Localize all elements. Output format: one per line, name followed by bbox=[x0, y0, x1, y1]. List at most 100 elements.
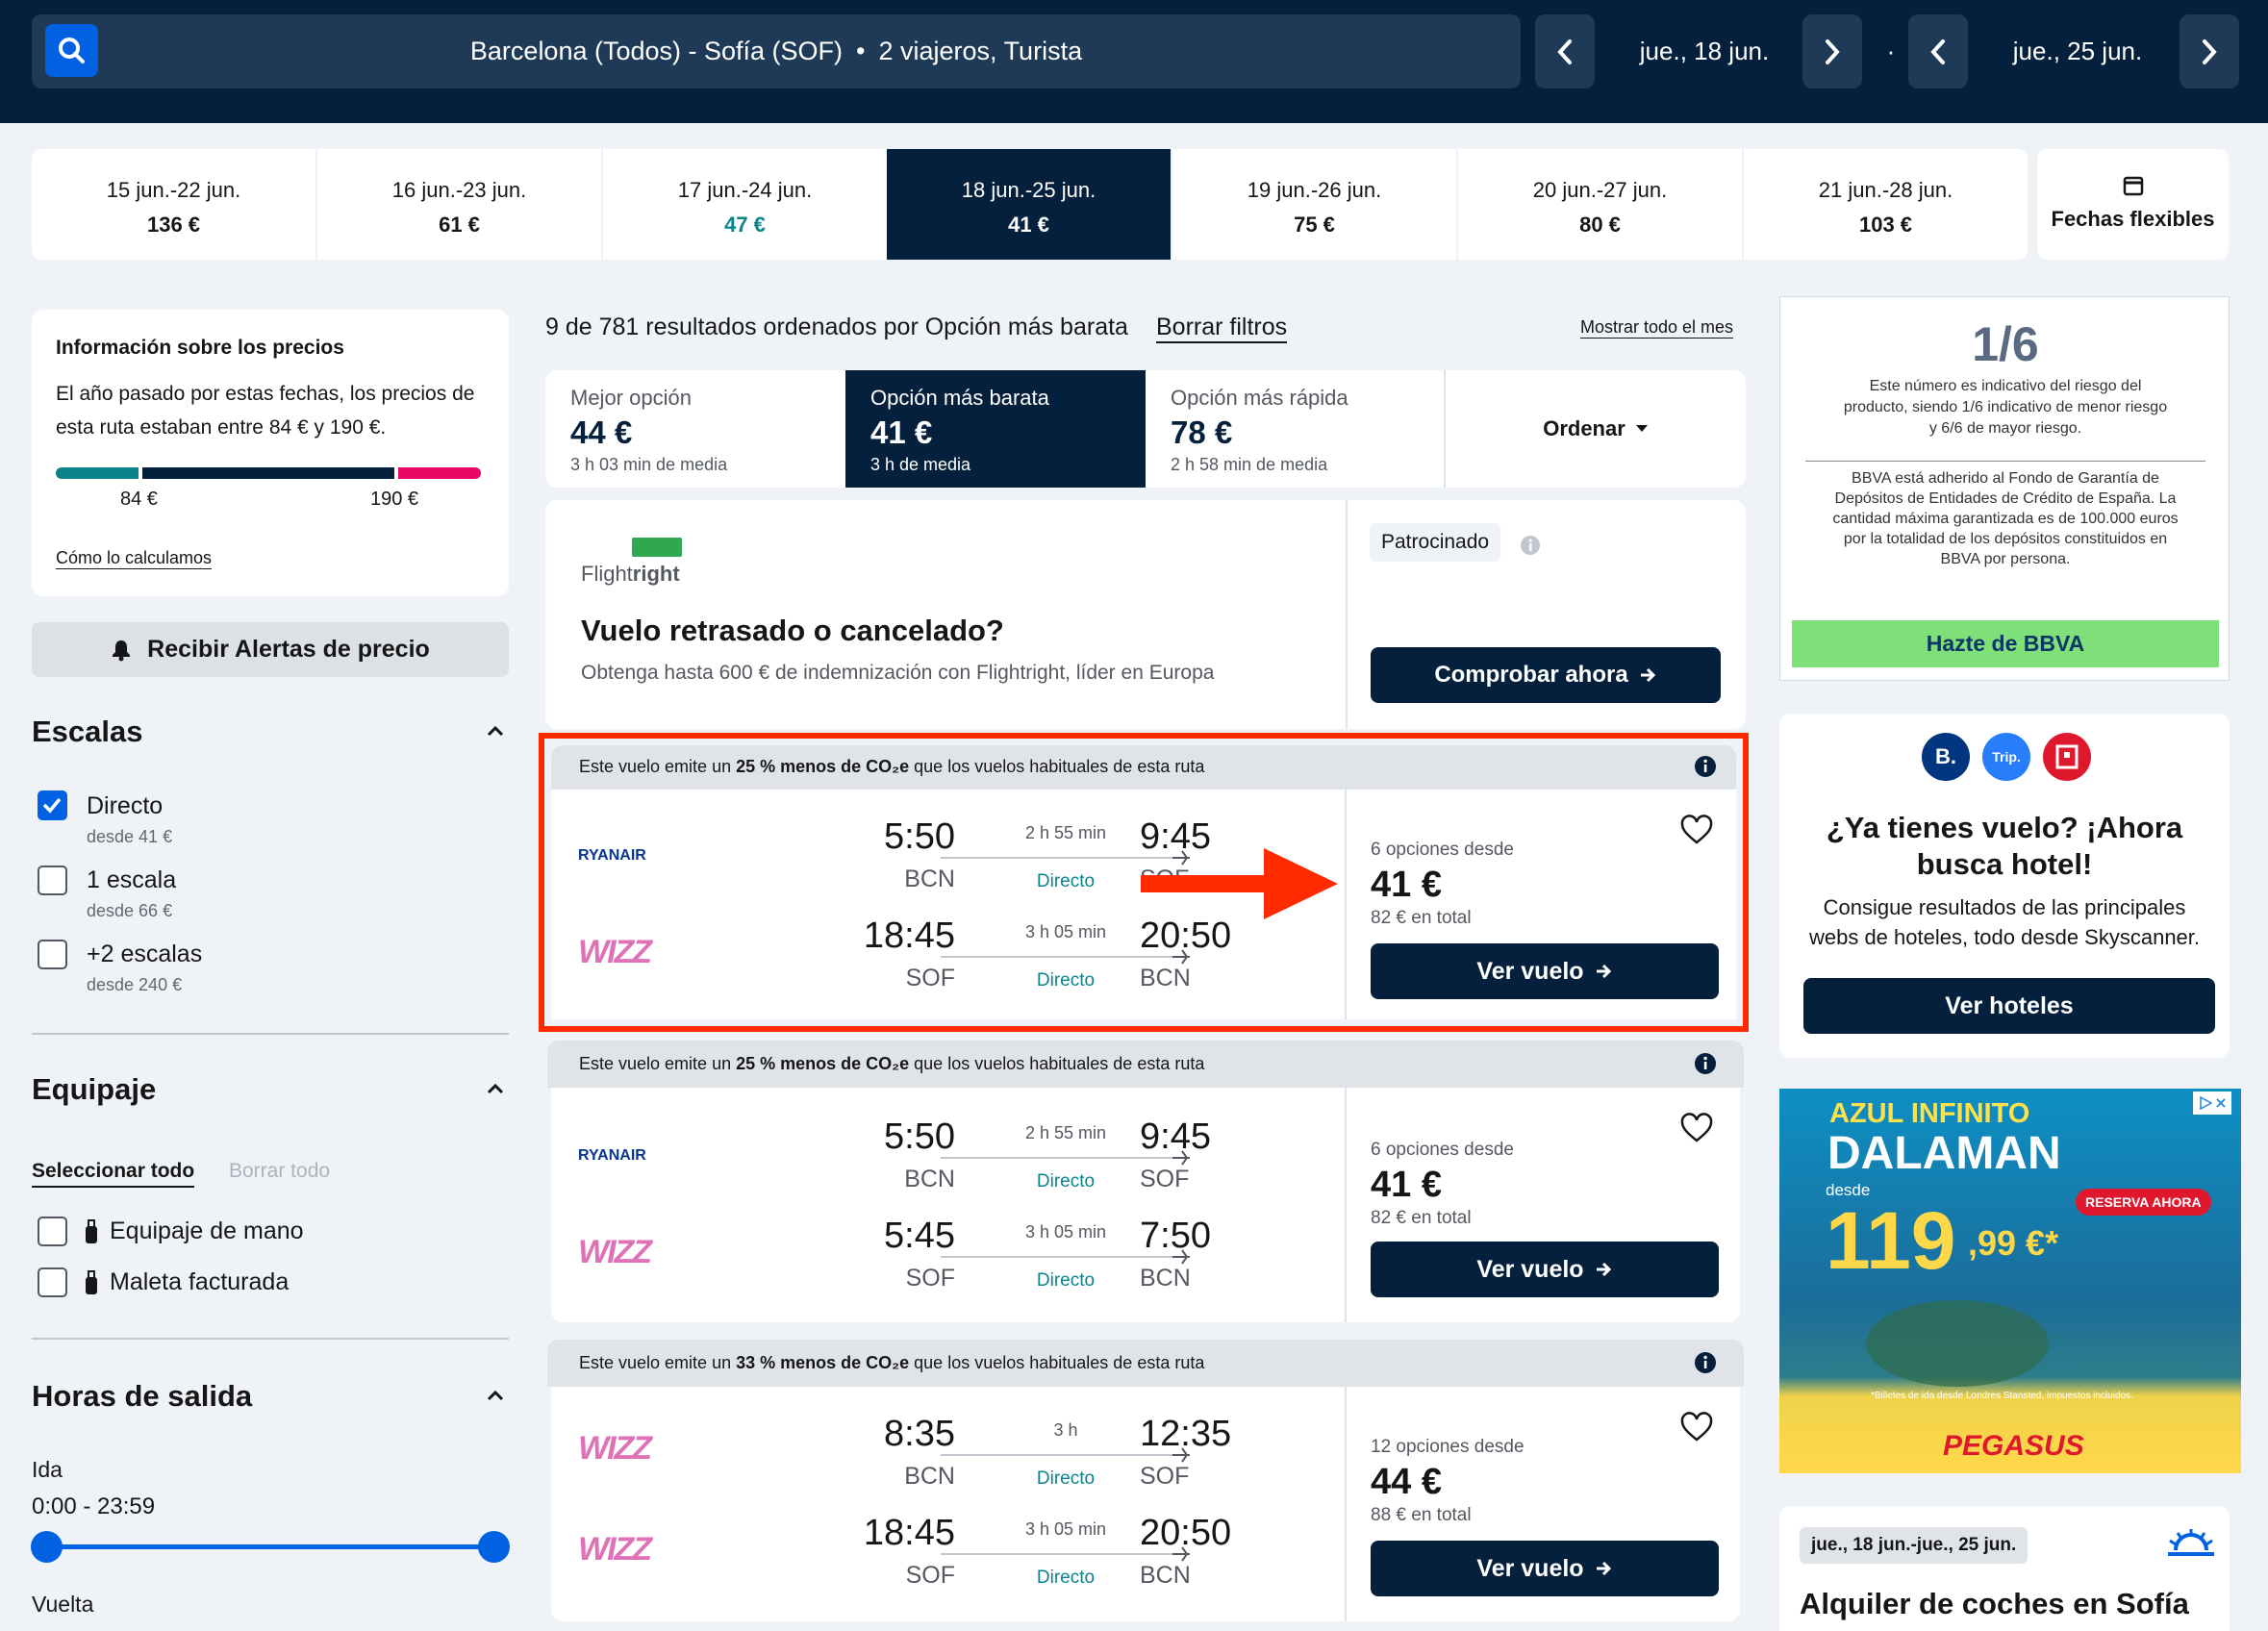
origin-code: BCN bbox=[904, 1166, 955, 1192]
sort-cheapest-selected[interactable]: Opción más barata 41 € 3 h de media bbox=[845, 370, 1146, 488]
view-flight-button[interactable]: Ver vuelo bbox=[1371, 1541, 1719, 1596]
info-icon[interactable] bbox=[1694, 755, 1717, 778]
order-dropdown[interactable]: Ordenar bbox=[1446, 370, 1746, 488]
price-range-typical-bar bbox=[142, 467, 394, 479]
checked-bag-checkbox[interactable] bbox=[38, 1267, 67, 1297]
search-summary-box[interactable]: Barcelona (Todos) - Sofía (SOF) • 2 viaj… bbox=[32, 14, 1521, 88]
date-range: 21 jun.-28 jun. bbox=[1818, 178, 1953, 202]
origin-code: BCN bbox=[904, 866, 955, 892]
hotel-text: Consigue resultados de las principales w… bbox=[1808, 895, 2201, 949]
ad-choices-badge[interactable] bbox=[2193, 1092, 2231, 1115]
flight-card[interactable]: WIZZ 8:35 BCN 3 h Directo 12:35 SOF WIZZ… bbox=[551, 1387, 1740, 1621]
next-return-date-button[interactable] bbox=[2180, 14, 2239, 88]
date-price: 61 € bbox=[439, 213, 480, 237]
bbva-cta-button[interactable]: Hazte de BBVA bbox=[1792, 620, 2219, 667]
ad-book-now-button[interactable]: RESERVA AHORA bbox=[2076, 1189, 2211, 1216]
red-arrow-annotation bbox=[1141, 848, 1338, 919]
eco-text: Este vuelo emite un 25 % menos de CO₂e q… bbox=[579, 1054, 1205, 1073]
options-label: 6 opciones desde bbox=[1371, 1140, 1514, 1160]
date-option[interactable]: 17 jun.-24 jun. 47 € bbox=[603, 149, 887, 260]
date-option[interactable]: 19 jun.-26 jun. 75 € bbox=[1172, 149, 1456, 260]
next-depart-date-button[interactable] bbox=[1802, 14, 1862, 88]
car-rental-card[interactable]: jue., 18 jun.-jue., 25 jun. Alquiler de … bbox=[1779, 1506, 2230, 1631]
view-flight-label: Ver vuelo bbox=[1476, 1255, 1584, 1283]
sort-price: 41 € bbox=[870, 414, 933, 450]
options-label: 12 opciones desde bbox=[1371, 1437, 1525, 1457]
two-plus-stops-checkbox[interactable] bbox=[38, 940, 67, 969]
direct-checkbox[interactable] bbox=[38, 790, 67, 820]
hotel-logo-icon bbox=[2055, 744, 2079, 769]
divider bbox=[32, 1338, 509, 1340]
date-price: 136 € bbox=[146, 213, 201, 237]
ad-fine-print: *Billetes de ida desde Londres Stansted,… bbox=[1871, 1391, 2133, 1401]
outbound-time-range: 0:00 - 23:59 bbox=[32, 1493, 156, 1519]
flexible-dates-button[interactable]: Fechas flexibles bbox=[2037, 149, 2229, 260]
route-line bbox=[941, 956, 1173, 958]
slider-handle-start[interactable] bbox=[31, 1531, 63, 1563]
date-price: 47 € bbox=[724, 213, 766, 237]
info-icon[interactable] bbox=[1694, 1052, 1717, 1075]
stops-option-label[interactable]: 1 escala bbox=[87, 866, 176, 894]
view-hotels-button[interactable]: Ver hoteles bbox=[1803, 978, 2215, 1034]
price-info-text: El año pasado por estas fechas, los prec… bbox=[56, 383, 475, 439]
select-all-link[interactable]: Seleccionar todo bbox=[32, 1160, 195, 1188]
sort-fastest[interactable]: Opción más rápida 78 € 2 h 58 min de med… bbox=[1146, 370, 1446, 488]
date-option[interactable]: 15 jun.-22 jun. 136 € bbox=[32, 149, 315, 260]
prev-return-date-button[interactable] bbox=[1908, 14, 1968, 88]
price-range-low-bar bbox=[56, 467, 139, 479]
heart-icon[interactable] bbox=[1680, 815, 1713, 845]
view-flight-label: Ver vuelo bbox=[1476, 957, 1584, 985]
heart-icon[interactable] bbox=[1680, 1113, 1713, 1143]
one-stop-checkbox[interactable] bbox=[38, 866, 67, 895]
info-icon[interactable] bbox=[1520, 535, 1541, 556]
prev-depart-date-button[interactable] bbox=[1535, 14, 1595, 88]
outbound-slider-track[interactable] bbox=[46, 1544, 494, 1549]
show-whole-month-link[interactable]: Mostrar todo el mes bbox=[1580, 317, 1734, 339]
date-option[interactable]: 21 jun.-28 jun. 103 € bbox=[1744, 149, 2028, 260]
departure-time: 5:50 bbox=[884, 816, 955, 857]
clear-all-link[interactable]: Borrar todo bbox=[229, 1160, 330, 1183]
carry-on-label[interactable]: Equipaje de mano bbox=[110, 1217, 304, 1245]
stops-option-label[interactable]: Directo bbox=[87, 792, 163, 820]
origin-code: SOF bbox=[905, 1562, 955, 1589]
chevron-up-icon[interactable] bbox=[485, 1386, 506, 1405]
clear-filters-link[interactable]: Borrar filtros bbox=[1156, 314, 1288, 343]
carry-on-checkbox[interactable] bbox=[38, 1217, 67, 1246]
calendar-icon bbox=[2123, 176, 2143, 196]
arrival-time: 12:35 bbox=[1140, 1414, 1232, 1454]
flight-card[interactable]: RYANAIR 5:50 BCN 2 h 55 min Directo 9:45… bbox=[551, 1088, 1740, 1322]
heart-icon[interactable] bbox=[1680, 1412, 1713, 1443]
how-we-calculate-link[interactable]: Cómo lo calculamos bbox=[56, 548, 213, 569]
date-option[interactable]: 16 jun.-23 jun. 61 € bbox=[317, 149, 601, 260]
view-flight-button[interactable]: Ver vuelo bbox=[1371, 1242, 1719, 1297]
chevron-up-icon[interactable] bbox=[485, 721, 506, 740]
date-option[interactable]: 20 jun.-27 jun. 80 € bbox=[1458, 149, 1742, 260]
info-icon[interactable] bbox=[1694, 1351, 1717, 1374]
price-alerts-button[interactable]: Recibir Alertas de precio bbox=[32, 622, 509, 677]
outbound-label: Ida bbox=[32, 1457, 63, 1482]
arrival-time: 20:50 bbox=[1140, 1513, 1232, 1553]
return-date[interactable]: jue., 25 jun. bbox=[1972, 14, 2183, 88]
departure-times-title: Horas de salida bbox=[32, 1379, 253, 1413]
stops-option-label[interactable]: +2 escalas bbox=[87, 941, 202, 968]
date-option-selected[interactable]: 18 jun.-25 jun. 41 € bbox=[887, 149, 1171, 260]
price-range-low: 84 € bbox=[120, 489, 158, 510]
chevron-up-icon[interactable] bbox=[485, 1079, 506, 1098]
sort-best[interactable]: Mejor opción 44 € 3 h 03 min de media bbox=[545, 370, 845, 488]
search-travellers: 2 viajeros, Turista bbox=[878, 37, 1083, 65]
sort-price: 78 € bbox=[1171, 414, 1233, 450]
chevron-left-icon bbox=[1557, 38, 1572, 64]
arrow-right-icon bbox=[1596, 1262, 1611, 1277]
depart-date[interactable]: jue., 18 jun. bbox=[1602, 14, 1806, 88]
checked-bag-label[interactable]: Maleta facturada bbox=[110, 1268, 289, 1296]
route-line bbox=[941, 1454, 1173, 1456]
booking-logo: B. bbox=[1922, 733, 1970, 781]
slider-handle-end[interactable] bbox=[478, 1531, 510, 1563]
price-alerts-label: Recibir Alertas de precio bbox=[147, 636, 430, 663]
pegasus-ad[interactable]: AZUL INFINITO DALAMAN desde RESERVA AHOR… bbox=[1779, 1089, 2241, 1473]
check-now-button[interactable]: Comprobar ahora bbox=[1371, 647, 1721, 703]
eco-text: Este vuelo emite un 25 % menos de CO₂e q… bbox=[579, 757, 1205, 776]
view-flight-button[interactable]: Ver vuelo bbox=[1371, 943, 1719, 999]
ryanair-logo: RYANAIR bbox=[578, 1147, 646, 1164]
date-price: 103 € bbox=[1858, 213, 1913, 237]
